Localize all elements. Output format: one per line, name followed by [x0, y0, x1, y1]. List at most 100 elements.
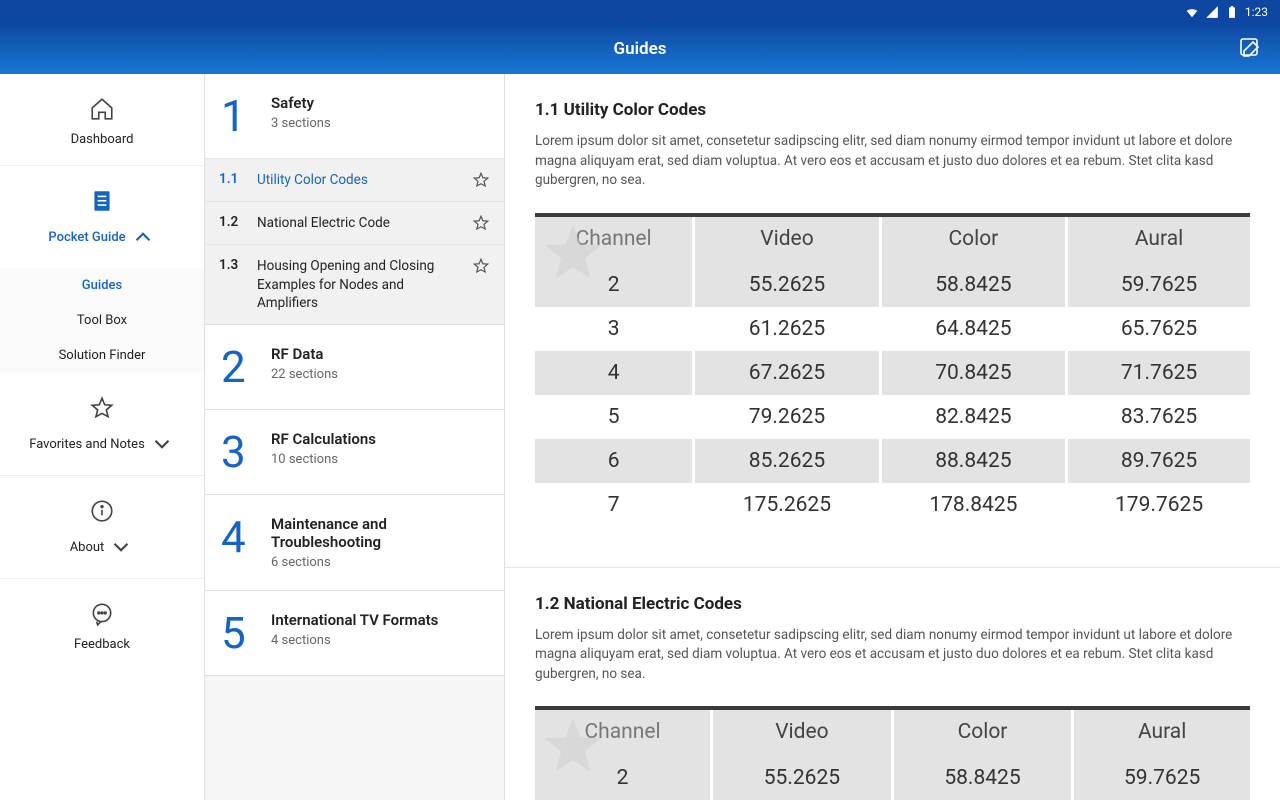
- subnav-solution-finder[interactable]: Solution Finder: [0, 338, 204, 373]
- nav-favorites[interactable]: Favorites and Notes: [0, 373, 204, 476]
- chapter-title: RF Calculations: [271, 430, 376, 448]
- app-header: Guides: [0, 24, 1280, 74]
- table-row: 467.262570.842571.7625: [535, 351, 1250, 395]
- subnav-toolbox[interactable]: Tool Box: [0, 303, 204, 338]
- chapter-number: 3: [221, 430, 255, 474]
- info-icon: [89, 498, 115, 524]
- chapter-sections-count: 4 sections: [271, 633, 438, 648]
- chapter-number: 1: [221, 94, 255, 138]
- nav-about[interactable]: About: [0, 476, 204, 579]
- table-cell: 89.7625: [1067, 439, 1250, 483]
- favorite-star-icon[interactable]: [472, 257, 490, 275]
- wifi-icon: [1185, 5, 1199, 19]
- primary-nav: Dashboard Pocket Guide Guides Tool Box S…: [0, 74, 205, 800]
- table-cell: 59.7625: [1073, 756, 1250, 800]
- chapter[interactable]: 1 Safety 3 sections 1.1 Utility Color Co…: [205, 74, 504, 325]
- table-cell: 58.8425: [880, 263, 1066, 307]
- chapter-number: 2: [221, 345, 255, 389]
- compose-button[interactable]: [1238, 36, 1262, 65]
- table-cell: 55.2625: [712, 756, 893, 800]
- table-header: Color: [880, 215, 1066, 263]
- table-header: Aural: [1067, 215, 1250, 263]
- table-cell: 59.7625: [1067, 263, 1250, 307]
- table-header: Video: [694, 215, 880, 263]
- edit-icon: [1238, 36, 1262, 60]
- table-cell: 85.2625: [694, 439, 880, 483]
- chapter-list[interactable]: 1 Safety 3 sections 1.1 Utility Color Co…: [205, 74, 505, 800]
- chapter-title: Safety: [271, 94, 331, 112]
- section-row[interactable]: 1.2 National Electric Code: [205, 201, 504, 244]
- favorite-star-icon[interactable]: [472, 214, 490, 232]
- battery-icon: [1225, 5, 1239, 19]
- table-cell: 88.8425: [880, 439, 1066, 483]
- table-header: Color: [892, 708, 1073, 756]
- chat-icon: [89, 601, 115, 627]
- chevron-down-icon: [149, 431, 175, 457]
- chapter-title: RF Data: [271, 345, 338, 363]
- article-body: Lorem ipsum dolor sit amet, consetetur s…: [535, 626, 1250, 685]
- content-pane[interactable]: 1.1 Utility Color Codes Lorem ipsum dolo…: [505, 74, 1280, 800]
- table-row: 255.262558.842559.7625: [535, 756, 1250, 800]
- table-row: 685.262588.842589.7625: [535, 439, 1250, 483]
- table-cell: 79.2625: [694, 395, 880, 439]
- freq-table: ChannelVideoColorAural 255.262558.842559…: [535, 706, 1250, 800]
- table-row: 255.262558.842559.7625: [535, 263, 1250, 307]
- table-header: Video: [712, 708, 893, 756]
- table-cell: 61.2625: [694, 307, 880, 351]
- table-cell: 70.8425: [880, 351, 1066, 395]
- chapter-number: 5: [221, 611, 255, 655]
- section-row[interactable]: 1.1 Utility Color Codes: [205, 158, 504, 201]
- table-row: 7175.2625178.8425179.7625: [535, 483, 1250, 527]
- article-1-1: 1.1 Utility Color Codes Lorem ipsum dolo…: [505, 74, 1280, 568]
- chapter-number: 4: [221, 515, 255, 570]
- table-header: Channel: [535, 708, 712, 756]
- chapter-sections-count: 22 sections: [271, 367, 338, 382]
- section-number: 1.2: [219, 214, 243, 230]
- chapter[interactable]: 5 International TV Formats 4 sections: [205, 591, 504, 676]
- chapter[interactable]: 2 RF Data 22 sections: [205, 325, 504, 410]
- table-cell: 7: [535, 483, 694, 527]
- article-heading: 1.2 National Electric Codes: [535, 594, 1250, 614]
- section-row[interactable]: 1.3 Housing Opening and Closing Examples…: [205, 244, 504, 324]
- table-cell: 55.2625: [694, 263, 880, 307]
- section-number: 1.1: [219, 171, 243, 187]
- page-title: Guides: [614, 39, 667, 59]
- table-cell: 71.7625: [1067, 351, 1250, 395]
- table-cell: 58.8425: [892, 756, 1073, 800]
- table-cell: 3: [535, 307, 694, 351]
- status-bar: 1:23: [0, 0, 1280, 24]
- table-cell: 175.2625: [694, 483, 880, 527]
- chapter-sections-count: 10 sections: [271, 452, 376, 467]
- table-header: Channel: [535, 215, 694, 263]
- table-cell: 2: [535, 263, 694, 307]
- guide-icon: [89, 188, 115, 214]
- section-title: Utility Color Codes: [257, 171, 458, 189]
- table-cell: 4: [535, 351, 694, 395]
- home-icon: [89, 96, 115, 122]
- chapter-title: International TV Formats: [271, 611, 438, 629]
- chevron-up-icon: [130, 224, 156, 250]
- pocket-guide-submenu: Guides Tool Box Solution Finder: [0, 268, 204, 373]
- table-cell: 2: [535, 756, 712, 800]
- table-cell: 83.7625: [1067, 395, 1250, 439]
- cell-icon: [1205, 5, 1219, 19]
- chapter[interactable]: 4 Maintenance and Troubleshooting 6 sect…: [205, 495, 504, 591]
- chapter-title: Maintenance and Troubleshooting: [271, 515, 488, 551]
- table-row: 579.262582.842583.7625: [535, 395, 1250, 439]
- article-1-2: 1.2 National Electric Codes Lorem ipsum …: [505, 568, 1280, 800]
- section-number: 1.3: [219, 257, 243, 273]
- clock: 1:23: [1245, 5, 1268, 19]
- favorite-star-icon[interactable]: [472, 171, 490, 189]
- nav-pocket-guide[interactable]: Pocket Guide: [0, 166, 204, 268]
- star-icon: [89, 395, 115, 421]
- chapter[interactable]: 3 RF Calculations 10 sections: [205, 410, 504, 495]
- table-cell: 5: [535, 395, 694, 439]
- nav-feedback[interactable]: Feedback: [0, 579, 204, 670]
- subnav-guides[interactable]: Guides: [0, 268, 204, 303]
- section-title: Housing Opening and Closing Examples for…: [257, 257, 458, 312]
- freq-table: ChannelVideoColorAural 255.262558.842559…: [535, 213, 1250, 527]
- table-row: 361.262564.842565.7625: [535, 307, 1250, 351]
- table-cell: 64.8425: [880, 307, 1066, 351]
- nav-dashboard[interactable]: Dashboard: [0, 74, 204, 166]
- chevron-down-icon: [108, 534, 134, 560]
